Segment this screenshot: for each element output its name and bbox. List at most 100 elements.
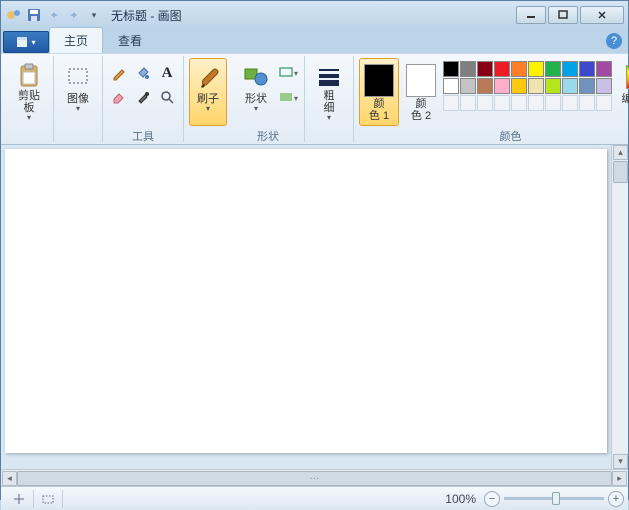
brush-icon <box>194 62 222 92</box>
brush-button[interactable]: 刷子 ▾ <box>189 58 227 126</box>
fill-tool[interactable] <box>132 62 154 84</box>
edit-colors-button[interactable]: 编辑颜色 <box>614 58 629 126</box>
color2-button[interactable]: 颜 色 2 <box>401 58 441 126</box>
color-swatch[interactable] <box>562 78 578 94</box>
shapes-button[interactable]: 形状 ▾ <box>237 58 275 126</box>
custom-color-slot[interactable] <box>494 95 510 111</box>
color-swatch[interactable] <box>477 61 493 77</box>
title-bar: ▾ 无标题 - 画图 <box>1 1 628 29</box>
group-image: 图像 ▾ <box>54 56 103 142</box>
group-brush: 刷子 ▾ <box>184 56 232 142</box>
group-colors: 颜 色 1 颜 色 2 编辑颜色 颜色 <box>354 56 629 142</box>
color-swatch[interactable] <box>477 78 493 94</box>
size-button[interactable]: 粗 细 ▾ <box>310 58 348 126</box>
selection-size <box>34 490 63 508</box>
window-title: 无标题 - 画图 <box>103 7 514 24</box>
color-swatch[interactable] <box>545 78 561 94</box>
scroll-thumb[interactable]: ··· <box>17 471 612 486</box>
shape-outline-button[interactable]: ▾ <box>277 62 299 84</box>
cursor-position <box>5 490 34 508</box>
color-swatch[interactable] <box>596 78 612 94</box>
chevron-down-icon: ▾ <box>327 114 331 122</box>
custom-color-slot[interactable] <box>528 95 544 111</box>
color-swatch[interactable] <box>443 61 459 77</box>
vertical-scrollbar[interactable]: ▴ ▾ <box>611 145 628 469</box>
tab-row: ▾ 主页 查看 ? <box>1 29 628 53</box>
scroll-up-icon[interactable]: ▴ <box>613 145 628 160</box>
custom-color-slot[interactable] <box>579 95 595 111</box>
color-swatch[interactable] <box>528 61 544 77</box>
color-swatch[interactable] <box>494 78 510 94</box>
color-swatch[interactable] <box>511 78 527 94</box>
magnifier-tool[interactable] <box>156 86 178 108</box>
custom-color-slot[interactable] <box>477 95 493 111</box>
quick-access-toolbar: ▾ <box>5 6 103 24</box>
custom-color-slot[interactable] <box>596 95 612 111</box>
zoom-level: 100% <box>437 490 484 508</box>
paste-button[interactable]: 剪贴板 ▾ <box>10 58 48 126</box>
maximize-button[interactable] <box>548 6 578 24</box>
redo-icon[interactable] <box>65 6 83 24</box>
canvas[interactable] <box>5 149 607 453</box>
chevron-down-icon: ▾ <box>76 105 80 113</box>
group-size: 粗 细 ▾ <box>305 56 354 142</box>
color-swatch[interactable] <box>579 78 595 94</box>
color-swatch[interactable] <box>596 61 612 77</box>
zoom-in-button[interactable]: + <box>608 491 624 507</box>
minimize-button[interactable] <box>516 6 546 24</box>
color-swatch[interactable] <box>443 78 459 94</box>
color-swatch[interactable] <box>562 61 578 77</box>
color-swatch[interactable] <box>460 78 476 94</box>
chevron-down-icon: ▾ <box>254 105 258 113</box>
group-clipboard: 剪贴板 ▾ <box>5 56 54 142</box>
pencil-tool[interactable] <box>108 62 130 84</box>
select-icon <box>64 62 92 92</box>
ribbon: 剪贴板 ▾ 图像 ▾ A 工具 <box>1 53 628 145</box>
file-menu-button[interactable]: ▾ <box>3 31 49 53</box>
status-bar: 100% − + <box>1 486 628 510</box>
shapes-icon <box>242 62 270 92</box>
custom-color-slot[interactable] <box>545 95 561 111</box>
group-tools: A 工具 <box>103 56 184 142</box>
qat-dropdown-icon[interactable]: ▾ <box>85 6 103 24</box>
app-icon <box>5 6 23 24</box>
color1-button[interactable]: 颜 色 1 <box>359 58 399 126</box>
color1-swatch <box>364 64 394 97</box>
custom-color-slot[interactable] <box>562 95 578 111</box>
eraser-tool[interactable] <box>108 86 130 108</box>
color-swatch[interactable] <box>545 61 561 77</box>
scroll-thumb[interactable] <box>613 161 628 183</box>
select-button[interactable]: 图像 ▾ <box>59 58 97 126</box>
scroll-right-icon[interactable]: ▸ <box>612 471 627 486</box>
color2-swatch <box>406 64 436 97</box>
zoom-slider-knob[interactable] <box>552 492 560 505</box>
scroll-down-icon[interactable]: ▾ <box>613 454 628 469</box>
custom-color-slot[interactable] <box>443 95 459 111</box>
text-tool[interactable]: A <box>156 62 178 84</box>
color-swatch[interactable] <box>494 61 510 77</box>
shape-fill-button[interactable]: ▾ <box>277 87 299 109</box>
group-shapes: 形状 ▾ ▾ ▾ 形状 <box>232 56 305 142</box>
chevron-down-icon: ▾ <box>206 105 210 113</box>
clipboard-icon <box>15 62 43 89</box>
chevron-down-icon: ▾ <box>27 114 31 122</box>
horizontal-scrollbar[interactable]: ◂ ··· ▸ <box>1 469 628 486</box>
size-icon <box>315 62 343 89</box>
color-palette <box>443 58 612 111</box>
help-button[interactable]: ? <box>606 33 622 49</box>
close-button[interactable] <box>580 6 624 24</box>
custom-color-slot[interactable] <box>511 95 527 111</box>
tab-home[interactable]: 主页 <box>49 27 103 53</box>
undo-icon[interactable] <box>45 6 63 24</box>
canvas-area: ▴ ▾ <box>1 145 628 469</box>
zoom-out-button[interactable]: − <box>484 491 500 507</box>
color-picker-tool[interactable] <box>132 86 154 108</box>
save-icon[interactable] <box>25 6 43 24</box>
color-swatch[interactable] <box>528 78 544 94</box>
color-swatch[interactable] <box>511 61 527 77</box>
color-swatch[interactable] <box>460 61 476 77</box>
color-swatch[interactable] <box>579 61 595 77</box>
scroll-left-icon[interactable]: ◂ <box>2 471 17 486</box>
custom-color-slot[interactable] <box>460 95 476 111</box>
tab-view[interactable]: 查看 <box>103 27 157 53</box>
